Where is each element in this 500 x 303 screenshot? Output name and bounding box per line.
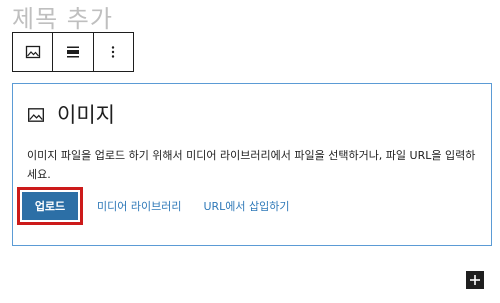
block-type-image-button[interactable]: [13, 33, 54, 71]
align-button[interactable]: [53, 33, 94, 71]
add-block-button[interactable]: [466, 271, 484, 289]
upload-button[interactable]: 업로드: [22, 192, 78, 220]
more-vertical-icon: [112, 46, 115, 58]
image-icon: [28, 108, 44, 122]
placeholder-instructions: 이미지 파일을 업로드 하기 위해서 미디어 라이브러리에서 파일을 선택하거나…: [27, 149, 476, 181]
placeholder-title: 이미지: [57, 103, 115, 127]
placeholder-actions: 업로드 미디어 라이브러리 URL에서 삽입하기: [17, 187, 290, 225]
align-icon: [66, 46, 79, 58]
block-toolbar: [12, 32, 134, 72]
placeholder-header: 이미지: [27, 102, 115, 128]
plus-icon: [470, 275, 480, 285]
media-library-button[interactable]: 미디어 라이브러리: [97, 198, 181, 214]
upload-button-highlight: 업로드: [17, 187, 83, 225]
image-block-placeholder: 이미지 이미지 파일을 업로드 하기 위해서 미디어 라이브러리에서 파일을 선…: [12, 83, 492, 246]
image-icon: [25, 45, 40, 59]
more-options-button[interactable]: [94, 33, 133, 71]
insert-from-url-button[interactable]: URL에서 삽입하기: [203, 198, 289, 214]
post-title-placeholder[interactable]: 제목 추가: [12, 4, 113, 34]
